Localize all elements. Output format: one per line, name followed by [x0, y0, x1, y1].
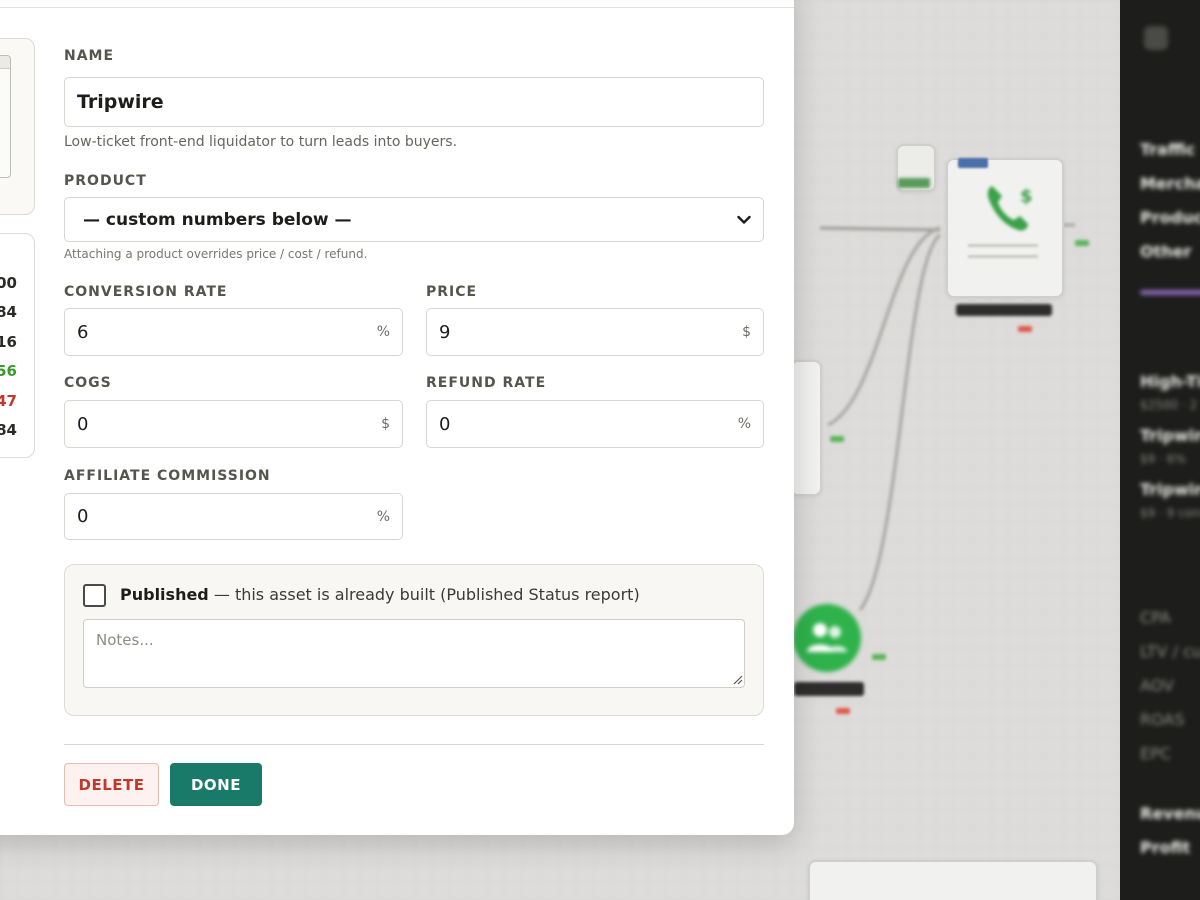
product-help-text: Attaching a product overrides price / co… [64, 247, 368, 261]
affiliate-commission-label: AFFILIATE COMMISSION [64, 468, 271, 484]
panel-item-sub: $2500 · 2 [1140, 398, 1198, 412]
panel-metric: CPA [1140, 608, 1171, 627]
bg-node-label [956, 304, 1052, 316]
panel-item-sub: $9 · 9 conv [1140, 506, 1200, 520]
published-label[interactable]: Published — this asset is already built … [120, 585, 640, 604]
conversion-rate-value: 6 [77, 321, 89, 343]
edit-asset-modal: 00 84 16 56 47 84 NAME Tripwire Low-tick… [0, 0, 794, 835]
panel-item: Other [1140, 242, 1192, 261]
cogs-label: COGS [64, 375, 112, 391]
percent-unit: % [737, 416, 751, 432]
name-help-text: Low-ticket front-end liquidator to turn … [64, 134, 458, 150]
published-section: Published — this asset is already built … [64, 564, 764, 716]
resize-grip-icon[interactable] [733, 675, 743, 685]
name-input-value: Tripwire [77, 91, 164, 113]
price-input[interactable]: 9 $ [426, 308, 764, 356]
refund-rate-input[interactable]: 0 % [426, 400, 764, 448]
panel-metric: Profit [1140, 838, 1191, 857]
refund-rate-label: REFUND RATE [426, 375, 547, 391]
stat-value: 16 [0, 333, 17, 351]
refund-rate-value: 0 [439, 413, 451, 435]
panel-item: Tripwire [1140, 426, 1200, 445]
panel-item: Product [1140, 208, 1200, 227]
price-label: PRICE [426, 284, 478, 300]
bg-node-label [794, 682, 864, 696]
bg-bottom-panel [808, 860, 1098, 900]
stat-value-negative: 47 [0, 392, 17, 410]
panel-metric: ROAS [1140, 710, 1185, 729]
bg-mini-node-badge [898, 178, 930, 188]
notes-textarea[interactable] [83, 619, 745, 688]
percent-unit: % [376, 508, 390, 525]
affiliate-commission-value: 0 [77, 506, 89, 527]
conversion-rate-input[interactable]: 6 % [64, 308, 403, 356]
published-label-strong: Published [120, 585, 209, 604]
stat-value-positive: 56 [0, 362, 17, 380]
asset-stats-card: 00 84 16 56 47 84 [0, 233, 35, 458]
group-users-icon [793, 604, 861, 672]
price-value: 9 [439, 321, 451, 343]
name-label: NAME [64, 48, 115, 64]
asset-preview-thumbnail [0, 55, 11, 178]
cogs-input[interactable]: 0 $ [64, 400, 403, 448]
bg-percent-badge [1075, 240, 1089, 246]
right-summary-panel: Traffic Merchant Product Other High-Tick… [1120, 0, 1200, 900]
product-select[interactable]: — custom numbers below — [64, 197, 764, 242]
dollar-unit: $ [381, 416, 390, 432]
panel-item-sub: $9 · 6% [1140, 452, 1186, 466]
chevron-down-icon [737, 210, 751, 230]
published-checkbox[interactable] [83, 584, 106, 607]
bg-percent-badge [872, 654, 886, 660]
affiliate-commission-input[interactable]: 0 % [64, 493, 403, 540]
product-select-value: — custom numbers below — [83, 209, 352, 230]
delete-button[interactable]: DELETE [64, 763, 159, 806]
cogs-value: 0 [77, 413, 89, 435]
dollar-unit: $ [742, 324, 751, 340]
stat-value: 00 [0, 274, 17, 292]
panel-toggle-icon [1144, 26, 1168, 50]
conversion-rate-label: CONVERSION RATE [64, 284, 228, 300]
bg-percent-badge [836, 708, 850, 714]
published-description: — this asset is already built (Published… [208, 585, 640, 604]
svg-text:$: $ [1020, 186, 1032, 207]
percent-unit: % [376, 324, 390, 340]
panel-metric: Revenue [1140, 804, 1200, 823]
phone-icon: $ [980, 180, 1034, 234]
panel-item: Traffic [1140, 140, 1196, 159]
bg-partial-node [790, 360, 822, 496]
panel-metric: EPC [1140, 744, 1171, 763]
product-label: PRODUCT [64, 173, 147, 189]
stat-value: 84 [0, 303, 17, 321]
done-button[interactable]: DONE [170, 763, 262, 806]
panel-metric: AOV [1140, 676, 1174, 695]
panel-item: Merchant [1140, 174, 1200, 193]
modal-header-divider [0, 7, 794, 8]
panel-item: Tripwire [1140, 480, 1200, 499]
bg-percent-badge [1018, 326, 1032, 332]
actions-divider [64, 744, 764, 745]
stat-value: 84 [0, 421, 17, 439]
panel-metric: LTV / cu [1140, 642, 1200, 661]
name-input[interactable]: Tripwire [64, 77, 764, 127]
panel-progress-bar [1140, 290, 1200, 295]
bg-node-text-lines [968, 244, 1038, 258]
bg-node-tag [958, 158, 988, 168]
bg-percent-badge [830, 436, 844, 442]
panel-item: High-Ticket [1140, 372, 1200, 391]
